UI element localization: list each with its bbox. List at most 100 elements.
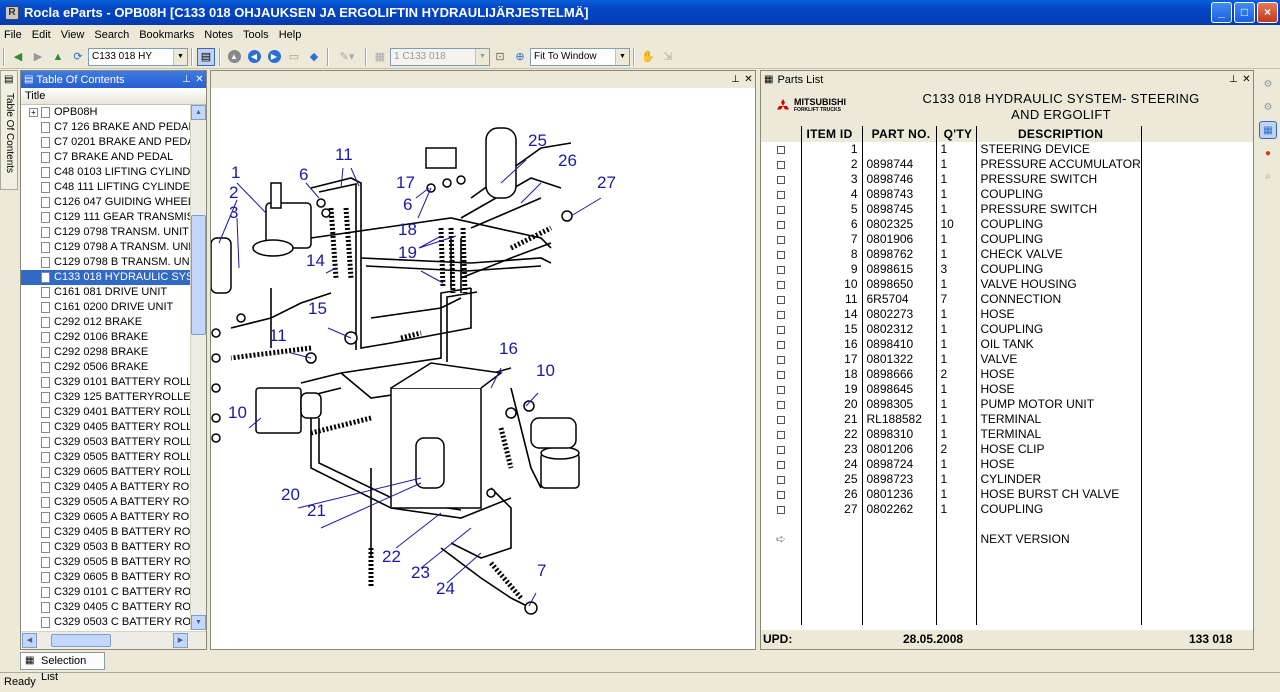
toc-item[interactable]: C329 0101 BATTERY ROLLER [21,375,191,390]
callout-18[interactable]: 18 [398,220,417,239]
callout-7[interactable]: 7 [537,561,546,580]
menu-bookmarks[interactable]: Bookmarks [135,29,198,41]
row-checkbox[interactable] [776,250,785,259]
side-tab-toc[interactable]: ▤ Table Of Contents [0,70,18,190]
toc-item[interactable]: C126 047 GUIDING WHEEL [21,195,191,210]
nav-next-icon[interactable]: ▶ [265,48,283,66]
table-row[interactable]: 10 0898650 1 VALVE HOUSING [761,277,1253,292]
callout-6[interactable]: 6 [299,165,308,184]
arrow-right-icon[interactable]: ➪ [776,532,786,546]
menu-search[interactable]: Search [90,29,133,41]
table-row[interactable]: 17 0801322 1 VALVE [761,352,1253,367]
toc-item[interactable]: C133 018 HYDRAULIC SYSTEM [21,270,191,285]
callout-27[interactable]: 27 [597,173,616,192]
callout-26[interactable]: 26 [558,151,577,170]
row-checkbox[interactable] [776,205,785,214]
row-checkbox[interactable] [776,235,785,244]
callout-10[interactable]: 10 [228,403,247,422]
menu-notes[interactable]: Notes [200,29,237,41]
table-row[interactable]: 25 0898723 1 CYLINDER [761,472,1253,487]
callout-15[interactable]: 15 [308,299,327,318]
callout-20[interactable]: 20 [281,485,300,504]
table-row[interactable]: 11 6R5704 7 CONNECTION [761,292,1253,307]
exploded-diagram[interactable]: 1236111415111017625262718191610202122232… [211,88,755,649]
close-button[interactable]: × [1257,2,1278,23]
callout-11[interactable]: 11 [335,145,353,164]
toc-item[interactable]: C292 0506 BRAKE [21,360,191,375]
row-checkbox[interactable] [776,430,785,439]
description-header[interactable]: DESCRIPTION [976,126,1142,142]
toc-item[interactable]: C329 0505 A BATTERY ROLL [21,495,191,510]
page-select[interactable]: 1 C133 018 ▼ [390,47,490,66]
table-row[interactable]: 6 0802325 10 COUPLING [761,217,1253,232]
zoom-icon[interactable]: ⊕ [511,48,529,66]
callout-3[interactable]: 3 [229,203,238,222]
zoom-select[interactable]: Fit To Window ▼ [530,47,630,66]
table-row[interactable]: 3 0898746 1 PRESSURE SWITCH [761,172,1253,187]
toc-item[interactable]: C329 0101 C BATTERY ROLL [21,585,191,600]
toc-item[interactable]: C329 0405 A BATTERY ROLL [21,480,191,495]
toc-item[interactable]: C292 0106 BRAKE [21,330,191,345]
parts-list-toggle-icon[interactable]: ▦ [1259,121,1277,139]
hand-icon[interactable]: ✋ [639,48,657,66]
nav-up-icon[interactable]: ▲ [225,48,243,66]
row-checkbox[interactable] [776,325,785,334]
selection-list-tab[interactable]: ▦ Selection List [20,652,105,683]
table-row[interactable]: 8 0898762 1 CHECK VALVE [761,247,1253,262]
next-version-row[interactable]: ➪ NEXT VERSION [761,532,1253,547]
toc-item[interactable]: C129 0798 B TRANSM. UNIT [21,255,191,270]
part-no-header[interactable]: PART NO. [862,126,937,142]
table-row[interactable]: 14 0802273 1 HOSE [761,307,1253,322]
menu-view[interactable]: View [57,29,89,41]
pin-icon[interactable]: ⊥ [729,74,742,85]
row-checkbox[interactable] [776,415,785,424]
toc-item[interactable]: C329 0505 B BATTERY ROLL [21,555,191,570]
item-id-header[interactable]: ITEM ID [800,126,863,142]
page-view-icon[interactable]: ▤ [197,47,215,66]
close-icon[interactable]: ✕ [193,74,206,85]
order-icon[interactable]: ● [1259,144,1277,162]
pin-icon[interactable]: ⊥ [1227,74,1240,85]
document-select[interactable]: C133 018 HY ▼ [88,47,188,66]
table-row[interactable]: 22 0898310 1 TERMINAL [761,427,1253,442]
refresh-icon[interactable]: ⟳ [69,48,87,66]
table-row[interactable]: 4 0898743 1 COUPLING [761,187,1253,202]
toc-item[interactable]: C329 0405 BATTERY ROLLER [21,420,191,435]
toc-item[interactable]: C329 0605 B BATTERY ROLL [21,570,191,585]
menu-help[interactable]: Help [275,29,306,41]
toc-item[interactable]: C329 0405 B BATTERY ROLL [21,525,191,540]
print-icon[interactable]: ▭ [285,48,303,66]
callout-16[interactable]: 16 [499,339,518,358]
row-checkbox[interactable] [776,310,785,319]
callout-17[interactable]: 17 [396,173,415,192]
table-row[interactable]: 1 1 STEERING DEVICE [761,142,1253,157]
scroll-thumb[interactable] [51,634,111,647]
callout-25[interactable]: 25 [528,131,547,150]
back-icon[interactable]: ◀ [9,48,27,66]
pin-icon[interactable]: ⊥ [180,74,193,85]
toc-item[interactable]: C329 0503 C BATTERY ROLL [21,615,191,630]
toc-item[interactable]: C329 0503 B BATTERY ROLL [21,540,191,555]
callout-6[interactable]: 6 [403,195,412,214]
chevron-down-icon[interactable]: ▼ [475,48,489,65]
toc-item[interactable]: C48 0103 LIFTING CYLINDER [21,165,191,180]
nav-prev-icon[interactable]: ◀ [245,48,263,66]
toc-column-header[interactable]: Title [21,88,206,105]
table-row[interactable]: 16 0898410 1 OIL TANK [761,337,1253,352]
toc-item[interactable]: C7 BRAKE AND PEDAL [21,150,191,165]
toc-root[interactable]: + OPB08H [21,105,191,120]
menu-edit[interactable]: Edit [28,29,55,41]
toc-item[interactable]: C129 111 GEAR TRANSMISSION [21,210,191,225]
table-row[interactable]: 24 0898724 1 HOSE [761,457,1253,472]
minimize-button[interactable]: _ [1211,2,1232,23]
row-checkbox[interactable] [776,460,785,469]
row-checkbox[interactable] [776,355,785,364]
row-checkbox[interactable] [776,265,785,274]
toc-item[interactable]: C329 125 BATTERYROLLER [21,390,191,405]
next-version-link[interactable]: NEXT VERSION [976,532,1142,547]
expand-icon[interactable]: + [29,108,38,117]
table-row[interactable]: 23 0801206 2 HOSE CLIP [761,442,1253,457]
menu-tools[interactable]: Tools [239,29,273,41]
table-row[interactable]: 7 0801906 1 COUPLING [761,232,1253,247]
row-checkbox[interactable] [776,280,785,289]
